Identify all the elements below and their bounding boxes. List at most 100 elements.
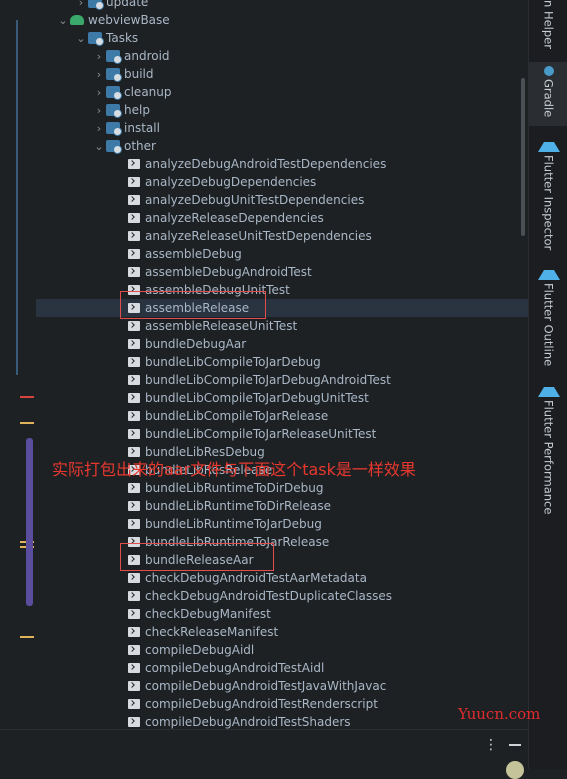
gradle-task-icon [128,159,140,169]
tree-label: other [124,139,156,153]
task-item[interactable]: bundleLibRuntimeToDirDebug [36,479,528,497]
task-item[interactable]: checkDebugAndroidTestDuplicateClasses [36,587,528,605]
tree-label: checkDebugManifest [145,607,271,621]
gradle-task-tree: › update ⌄ webviewBase ⌄ Tasks › android › build ›… [36,0,528,729]
tree-node[interactable]: › cleanup [36,83,528,101]
gradle-task-icon [128,213,140,223]
gradle-project-icon [70,15,84,25]
task-item[interactable]: bundleLibRuntimeToJarDebug [36,515,528,533]
task-item[interactable]: bundleLibCompileToJarDebugAndroidTest [36,371,528,389]
task-item[interactable]: compileDebugAndroidTestRenderscript [36,695,528,713]
task-item[interactable]: analyzeDebugDependencies [36,173,528,191]
right-tool-window-bar: n Helper Gradle Flutter Inspector Flutte… [528,0,567,769]
task-item[interactable]: compileDebugAndroidTestJavaWithJavac [36,677,528,695]
tab-flutter-performance[interactable]: Flutter Performance [529,380,567,514]
gutter-scroll-thumb[interactable] [26,438,33,606]
tree-label: cleanup [124,85,172,99]
tree-label: webviewBase [88,13,170,27]
task-item[interactable]: assembleRelease [36,299,528,317]
more-options-icon[interactable]: ⋮ [484,738,498,752]
tree-node[interactable]: › update [36,0,528,11]
gradle-task-icon [128,663,140,673]
tree-scrollbar[interactable] [521,78,525,236]
gradle-task-icon [128,429,140,439]
avatar[interactable] [506,761,524,779]
tree-label: bundleLibRuntimeToDirRelease [145,499,331,513]
minimize-icon[interactable] [509,744,521,746]
tree-node[interactable]: › android [36,47,528,65]
task-item[interactable]: assembleDebugAndroidTest [36,263,528,281]
task-folder-icon [106,104,122,118]
tree-label: assembleDebug [145,247,242,261]
gradle-task-icon [128,195,140,205]
task-item[interactable]: compileDebugAndroidTestAidl [36,659,528,677]
task-folder-icon [106,68,122,82]
task-item[interactable]: checkDebugManifest [36,605,528,623]
gradle-task-icon [128,519,140,529]
tab-helper[interactable]: n Helper [529,0,567,58]
gutter-error-marker[interactable] [20,396,34,398]
chevron-right-icon[interactable]: › [94,122,104,135]
chevron-right-icon[interactable]: › [76,0,86,9]
chevron-right-icon[interactable]: › [94,86,104,99]
flutter-icon [537,384,560,397]
tab-flutter-outline[interactable]: Flutter Outline [529,266,567,366]
task-item[interactable]: bundleLibRuntimeToDirRelease [36,497,528,515]
task-item[interactable]: compileDebugAndroidTestShaders [36,713,528,729]
task-item[interactable]: analyzeDebugUnitTestDependencies [36,191,528,209]
chevron-right-icon[interactable]: › [94,50,104,63]
task-item[interactable]: bundleLibCompileToJarReleaseUnitTest [36,425,528,443]
task-item[interactable]: bundleLibRuntimeToJarRelease [36,533,528,551]
task-item[interactable]: analyzeReleaseDependencies [36,209,528,227]
task-item[interactable]: bundleLibCompileToJarDebug [36,353,528,371]
gradle-task-icon [128,231,140,241]
tree-label: assembleDebugAndroidTest [145,265,312,279]
tree-label: bundleLibRuntimeToDirDebug [145,481,324,495]
tab-label: Flutter Outline [541,283,556,367]
gradle-task-icon [128,537,140,547]
tree-node[interactable]: ⌄ other [36,137,528,155]
chevron-right-icon[interactable]: › [94,68,104,81]
chevron-down-icon[interactable]: ⌄ [58,14,68,27]
task-folder-icon [106,140,122,154]
gutter-warning-marker[interactable] [20,636,34,638]
gutter-change-line [16,20,18,375]
tree-label: analyzeDebugDependencies [145,175,317,189]
tab-gradle[interactable]: Gradle [529,62,567,126]
task-item[interactable]: analyzeDebugAndroidTestDependencies [36,155,528,173]
task-item[interactable]: checkDebugAndroidTestAarMetadata [36,569,528,587]
tree-node[interactable]: ⌄ webviewBase [36,11,528,29]
tree-node[interactable]: ⌄ Tasks [36,29,528,47]
tree-label: update [106,0,149,9]
gradle-task-icon [128,555,140,565]
tree-node[interactable]: › build [36,65,528,83]
task-item[interactable]: assembleReleaseUnitTest [36,317,528,335]
chevron-down-icon[interactable]: ⌄ [94,140,104,153]
watermark: Yuucn.com [458,705,541,723]
tab-label: Gradle [541,79,556,118]
gradle-task-icon [128,645,140,655]
task-item[interactable]: analyzeReleaseUnitTestDependencies [36,227,528,245]
tree-label: bundleLibRuntimeToJarDebug [145,517,322,531]
tree-label: analyzeDebugUnitTestDependencies [145,193,365,207]
tree-label: build [124,67,154,81]
task-item[interactable]: checkReleaseManifest [36,623,528,641]
task-item[interactable]: bundleDebugAar [36,335,528,353]
tree-label: assembleReleaseUnitTest [145,319,298,333]
task-item[interactable]: compileDebugAidl [36,641,528,659]
task-item[interactable]: bundleLibCompileToJarRelease [36,407,528,425]
task-item[interactable]: assembleDebug [36,245,528,263]
task-item[interactable]: bundleReleaseAar [36,551,528,569]
annotation-text: 实际打包出来的aar文件与下面这个task是一样效果 [52,460,416,479]
chevron-down-icon[interactable]: ⌄ [76,32,86,45]
tree-node[interactable]: › install [36,119,528,137]
task-folder-icon [106,86,122,100]
gradle-task-icon [128,411,140,421]
tree-node[interactable]: › help [36,101,528,119]
task-item[interactable]: assembleDebugUnitTest [36,281,528,299]
tab-flutter-inspector[interactable]: Flutter Inspector [529,138,567,250]
gutter-warning-marker[interactable] [20,422,34,424]
task-item[interactable]: bundleLibCompileToJarDebugUnitTest [36,389,528,407]
chevron-right-icon[interactable]: › [94,104,104,117]
tree-label: help [124,103,150,117]
